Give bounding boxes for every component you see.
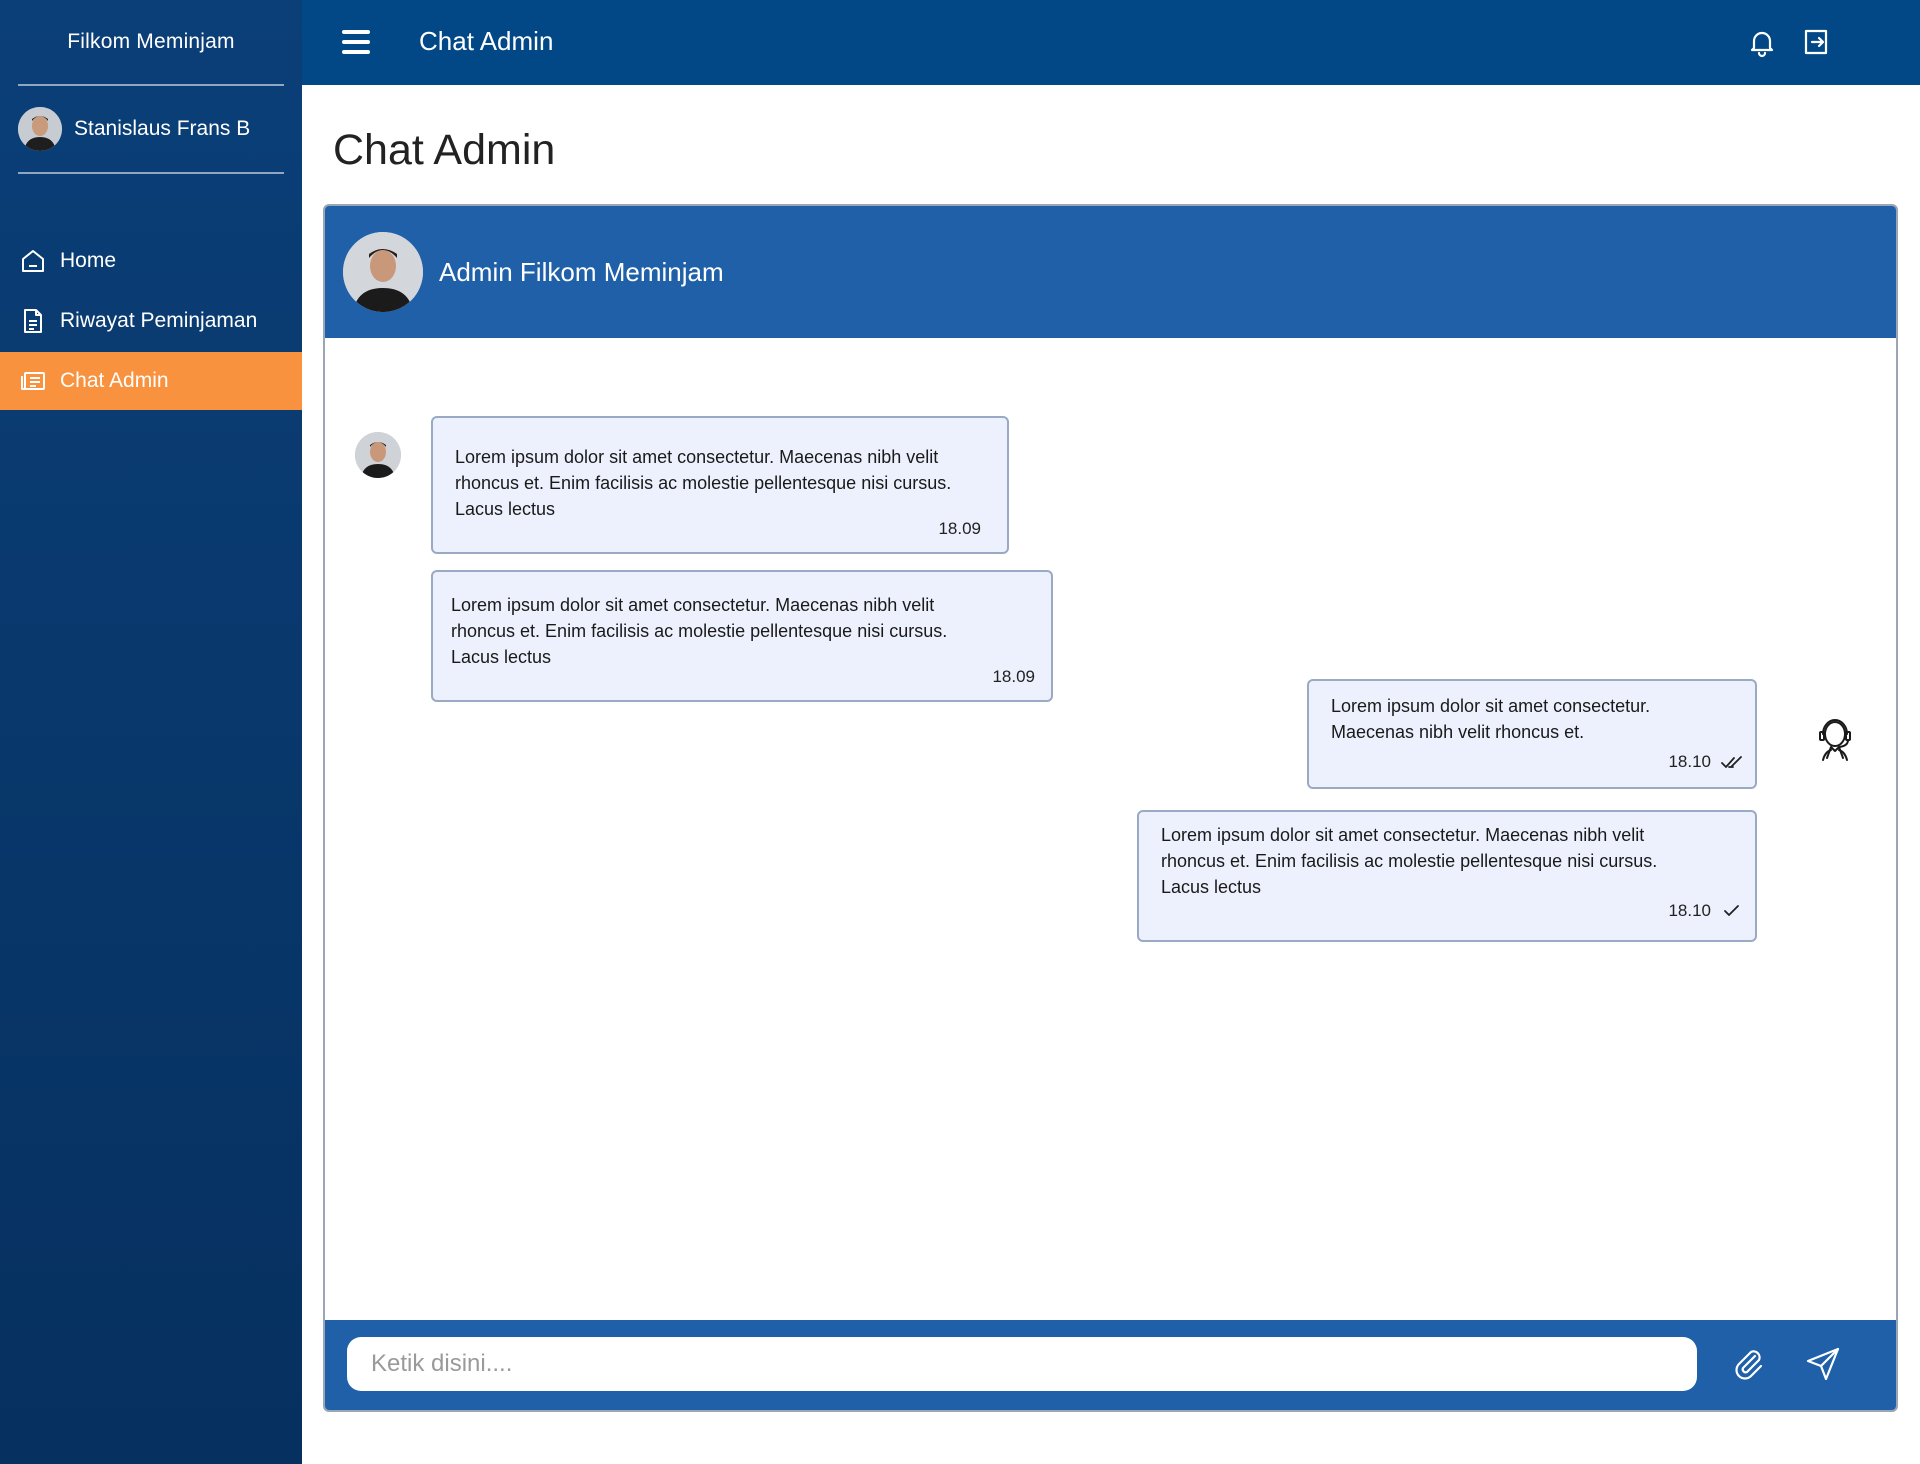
logout-icon[interactable] — [1800, 26, 1832, 58]
menu-icon[interactable] — [342, 30, 370, 54]
sidebar-item-label: Riwayat Peminjaman — [60, 309, 258, 332]
sidebar-item-riwayat-peminjaman[interactable]: Riwayat Peminjaman — [0, 292, 302, 350]
message-text: Lorem ipsum dolor sit amet consectetur. … — [1331, 696, 1651, 742]
message-bubble-incoming: Lorem ipsum dolor sit amet consectetur. … — [431, 416, 1009, 554]
topbar-actions — [1746, 26, 1832, 58]
message-composer — [325, 1320, 1896, 1410]
user-name: Stanislaus Frans B — [74, 117, 251, 140]
paperclip-icon[interactable] — [1731, 1346, 1767, 1382]
chat-list-icon — [20, 368, 46, 394]
sidebar-nav: Home Riwayat Peminjaman Chat Admin — [0, 232, 302, 410]
user-avatar — [18, 107, 62, 151]
sender-avatar — [355, 432, 401, 478]
contact-avatar — [343, 232, 423, 312]
top-bar: Chat Admin — [302, 0, 1920, 85]
sidebar-item-home[interactable]: Home — [0, 232, 302, 290]
message-time: 18.09 — [938, 519, 981, 538]
chat-header: Admin Filkom Meminjam — [325, 206, 1896, 338]
message-bubble-incoming: Lorem ipsum dolor sit amet consectetur. … — [431, 570, 1053, 702]
brand-title: Filkom Meminjam — [67, 30, 235, 53]
user-profile[interactable]: Stanislaus Frans B — [0, 86, 302, 172]
home-icon — [20, 248, 46, 274]
message-list: Lorem ipsum dolor sit amet consectetur. … — [325, 338, 1896, 1322]
sidebar-item-label: Home — [60, 249, 117, 272]
check-icon — [1721, 904, 1743, 918]
message-bubble-outgoing: Lorem ipsum dolor sit amet consectetur. … — [1307, 679, 1757, 789]
sidebar-item-chat-admin[interactable]: Chat Admin — [0, 352, 302, 410]
document-icon — [20, 308, 46, 334]
topbar-title: Chat Admin — [419, 26, 554, 56]
message-time: 18.10 — [1668, 749, 1743, 775]
message-text: Lorem ipsum dolor sit amet consectetur. … — [455, 447, 952, 519]
message-time: 18.09 — [992, 667, 1035, 686]
contact-name: Admin Filkom Meminjam — [439, 256, 724, 287]
sidebar-item-label: Chat Admin — [60, 369, 169, 392]
message-text: Lorem ipsum dolor sit amet consectetur. … — [451, 595, 948, 667]
message-bubble-outgoing: Lorem ipsum dolor sit amet consectetur. … — [1137, 810, 1757, 942]
chat-panel: Admin Filkom Meminjam Lorem ipsum dolor … — [323, 204, 1898, 1412]
sidebar-divider — [18, 172, 284, 174]
send-icon[interactable] — [1805, 1346, 1841, 1382]
sidebar: Filkom Meminjam Stanislaus Frans B Home — [0, 0, 302, 1464]
message-time: 18.10 — [1668, 898, 1743, 924]
page-title: Chat Admin — [333, 126, 556, 174]
message-text: Lorem ipsum dolor sit amet consectetur. … — [1161, 825, 1658, 897]
bell-icon[interactable] — [1746, 26, 1778, 58]
headset-user-icon — [1811, 714, 1859, 762]
message-input[interactable] — [347, 1337, 1697, 1391]
double-check-icon — [1721, 755, 1743, 769]
